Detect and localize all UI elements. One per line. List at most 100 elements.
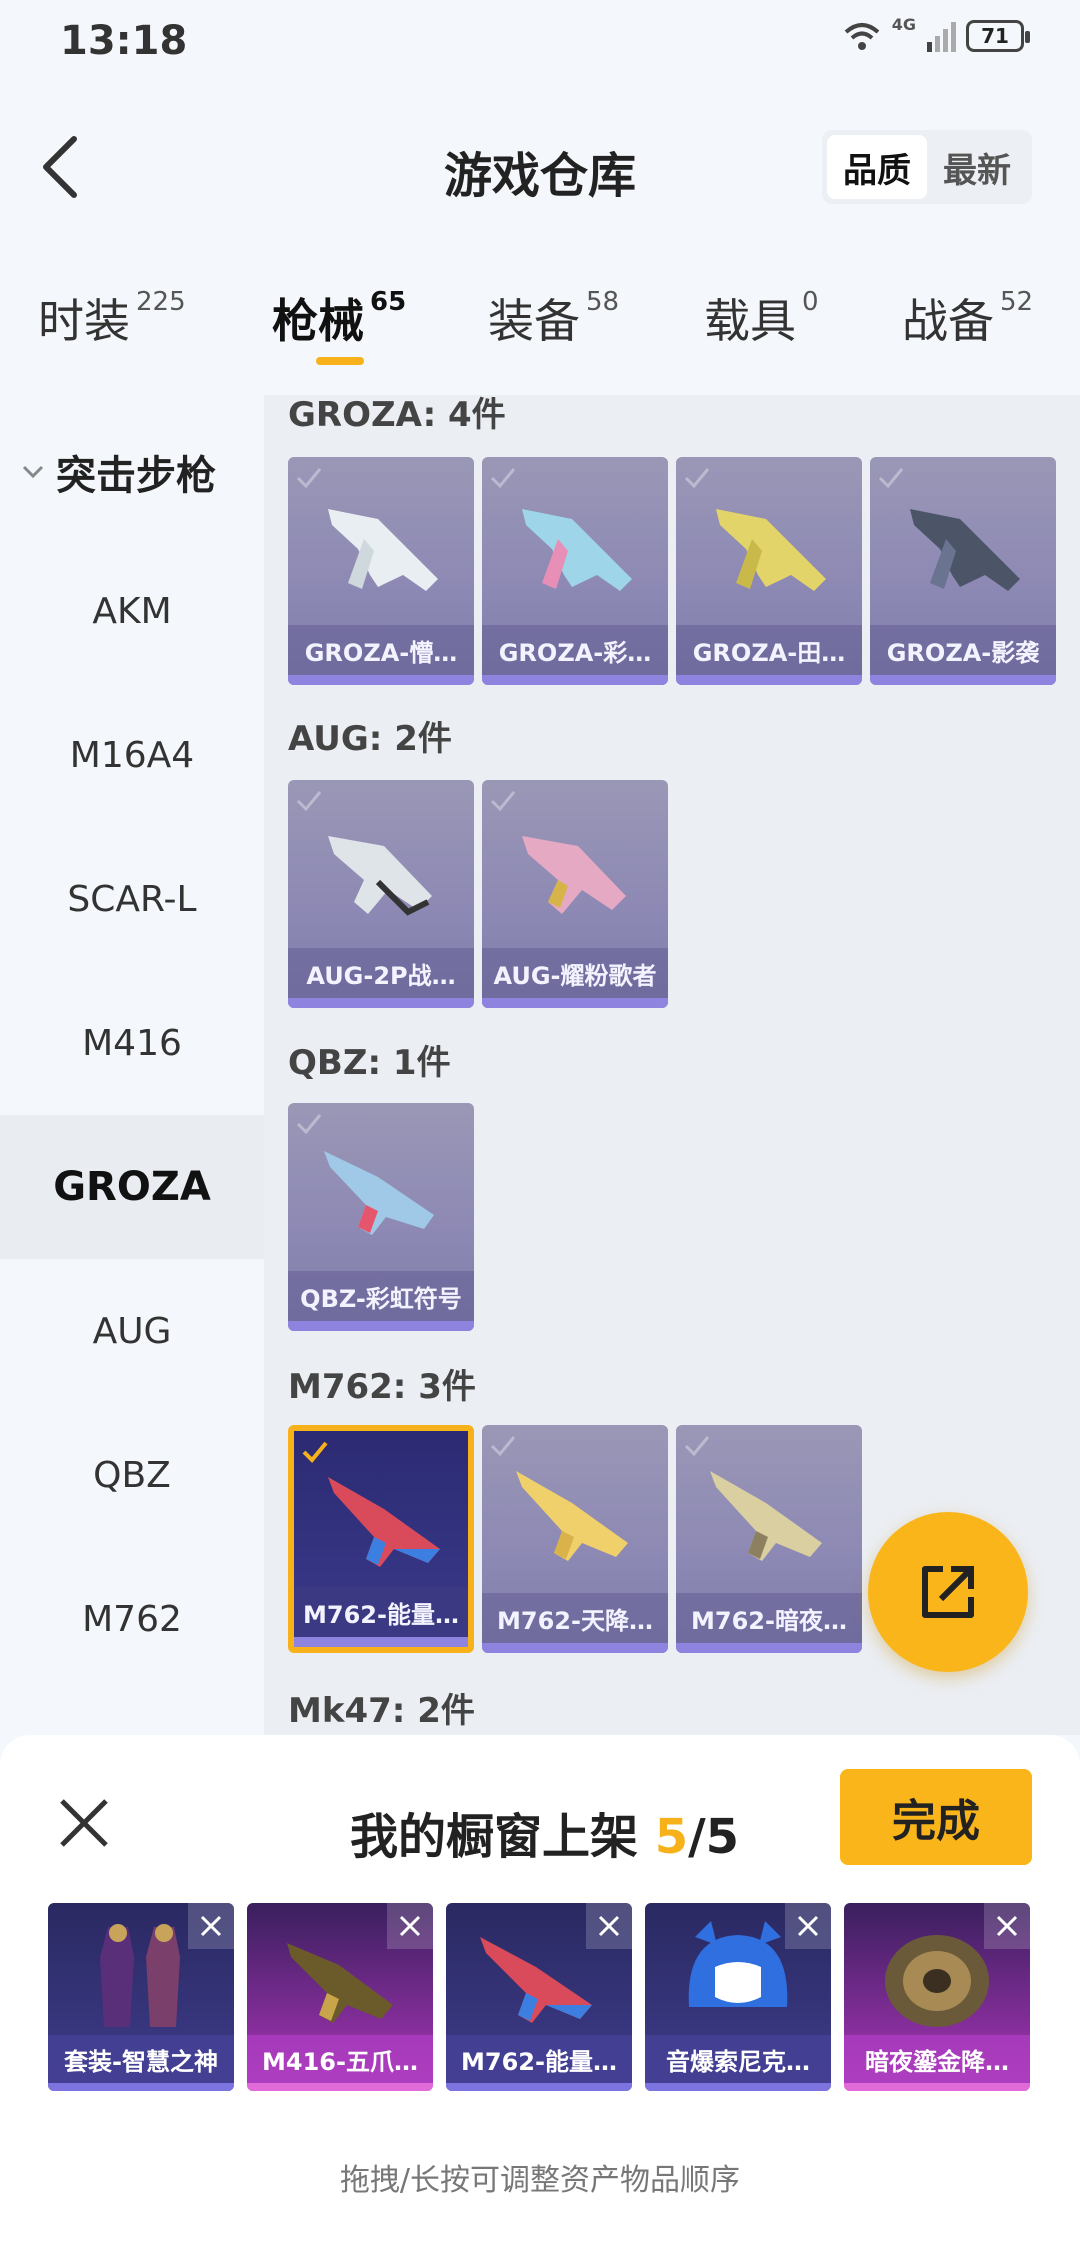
tab-count: 65 <box>370 287 407 317</box>
status-bar: 13:18 4G 71 <box>0 0 1080 80</box>
remove-item-button[interactable] <box>586 1903 632 1949</box>
item-card[interactable]: GROZA-懵… <box>288 457 474 685</box>
sidebar: 突击步枪 AKM M16A4 SCAR-L M416 GROZA AUG QBZ… <box>0 395 264 1735</box>
share-fab-button[interactable] <box>868 1512 1028 1672</box>
rifle-icon <box>910 509 1020 591</box>
header: 游戏仓库 品质 最新 <box>0 110 1080 225</box>
tab-vehicles[interactable]: 载具 0 <box>704 285 819 351</box>
check-icon <box>684 1436 710 1457</box>
rarity-bar <box>288 675 474 685</box>
active-tab-indicator <box>316 357 364 365</box>
rarity-bar <box>482 998 668 1008</box>
item-card-label: GROZA-彩… <box>482 625 668 675</box>
group-title-groza: GROZA: 4件 <box>288 395 506 435</box>
sidebar-item-qbz[interactable]: QBZ <box>0 1403 264 1547</box>
check-icon <box>490 468 516 489</box>
rifle-icon <box>710 1471 822 1561</box>
showcase-item-label: 暗夜鎏金降… <box>844 2035 1030 2083</box>
showcase-item[interactable]: M416-五爪… <box>247 1903 433 2091</box>
item-card[interactable]: GROZA-影袭 <box>870 457 1056 685</box>
showcase-item[interactable]: 音爆索尼克… <box>645 1903 831 2091</box>
sheet-title-text: 我的橱窗上架 <box>350 1809 639 1865</box>
chevron-down-icon <box>22 465 44 479</box>
tab-equipment[interactable]: 装备 58 <box>488 285 619 351</box>
item-card-label: AUG-2P战… <box>288 948 474 998</box>
sidebar-item-scar-l[interactable]: SCAR-L <box>0 827 264 971</box>
item-card[interactable]: GROZA-田… <box>676 457 862 685</box>
item-card[interactable]: AUG-2P战… <box>288 780 474 1008</box>
tab-firearms[interactable]: 枪械 65 <box>272 285 406 351</box>
rarity-bar <box>645 2083 831 2091</box>
sidebar-item-aug[interactable]: AUG <box>0 1259 264 1403</box>
rarity-bar <box>482 675 668 685</box>
rarity-bar <box>446 2083 632 2091</box>
check-icon <box>302 1441 328 1463</box>
check-icon <box>490 791 516 812</box>
rarity-bar <box>247 2083 433 2091</box>
item-card-label: GROZA-懵… <box>288 625 474 675</box>
item-card[interactable]: M762-暗夜… <box>676 1425 862 1653</box>
tab-label: 枪械 <box>272 294 364 348</box>
sort-toggle: 品质 最新 <box>822 130 1032 204</box>
showcase-count-current: 5 <box>654 1809 689 1865</box>
sidebar-group-assault-rifles[interactable]: 突击步枪 <box>18 443 216 501</box>
rarity-bar <box>288 998 474 1008</box>
remove-item-button[interactable] <box>188 1903 234 1949</box>
close-icon <box>60 1799 108 1847</box>
tab-count: 52 <box>1000 287 1034 317</box>
sidebar-item-m762[interactable]: M762 <box>0 1547 264 1691</box>
item-card-selected[interactable]: M762-能量… <box>288 1425 474 1653</box>
sidebar-group-label: 突击步枪 <box>56 453 216 499</box>
rarity-bar <box>294 1637 468 1647</box>
check-icon <box>684 468 710 489</box>
tab-fashion[interactable]: 时装 225 <box>38 285 186 351</box>
remove-item-button[interactable] <box>984 1903 1030 1949</box>
showcase-item-label: 音爆索尼克… <box>645 2035 831 2083</box>
rifle-icon <box>522 836 626 914</box>
battery-level: 71 <box>981 24 1009 48</box>
item-card-label: M762-暗夜… <box>676 1593 862 1643</box>
sheet-title: 我的橱窗上架 5/5 <box>350 1797 739 1867</box>
sort-by-quality-button[interactable]: 品质 <box>827 135 927 199</box>
item-card[interactable]: QBZ-彩虹符号 <box>288 1103 474 1331</box>
remove-item-button[interactable] <box>387 1903 433 1949</box>
rifle-icon <box>328 1477 440 1567</box>
item-card[interactable]: AUG-耀粉歌者 <box>482 780 668 1008</box>
group-title-mk47: Mk47: 2件 <box>288 1691 475 1731</box>
showcase-item[interactable]: 套装-智慧之神 <box>48 1903 234 2091</box>
tab-label: 载具 <box>704 294 796 348</box>
tab-supplies[interactable]: 战备 52 <box>902 285 1033 351</box>
close-sheet-button[interactable] <box>56 1795 112 1851</box>
item-card[interactable]: GROZA-彩… <box>482 457 668 685</box>
showcase-item[interactable]: M762-能量… <box>446 1903 632 2091</box>
rarity-bar <box>288 1321 474 1331</box>
rifle-icon <box>328 836 432 916</box>
item-card[interactable]: M762-天降… <box>482 1425 668 1653</box>
sidebar-item-akm[interactable]: AKM <box>0 539 264 683</box>
close-icon <box>598 1915 620 1937</box>
reorder-hint: 拖拽/长按可调整资产物品顺序 <box>339 2163 741 2198</box>
sidebar-item-groza[interactable]: GROZA <box>0 1115 264 1259</box>
sidebar-item-m416[interactable]: M416 <box>0 971 264 1115</box>
item-card-label: GROZA-影袭 <box>870 625 1056 675</box>
rifle-icon <box>328 509 438 591</box>
item-card-label: M762-能量… <box>294 1587 468 1637</box>
group-title-aug: AUG: 2件 <box>288 719 452 759</box>
tab-count: 225 <box>136 287 186 317</box>
showcase-item-label: M416-五爪… <box>247 2035 433 2083</box>
done-button[interactable]: 完成 <box>840 1769 1032 1865</box>
tab-count: 58 <box>586 287 620 317</box>
rarity-bar <box>48 2083 234 2091</box>
rarity-bar <box>482 1643 668 1653</box>
remove-item-button[interactable] <box>785 1903 831 1949</box>
rarity-bar <box>676 675 862 685</box>
close-icon <box>996 1915 1018 1937</box>
showcase-item[interactable]: 暗夜鎏金降… <box>844 1903 1030 2091</box>
rifle-icon <box>522 509 632 591</box>
rarity-bar <box>676 1643 862 1653</box>
check-icon <box>296 1114 322 1135</box>
sort-by-newest-button[interactable]: 最新 <box>927 135 1027 199</box>
check-icon <box>878 468 904 489</box>
sidebar-item-m16a4[interactable]: M16A4 <box>0 683 264 827</box>
tab-count: 0 <box>802 287 819 317</box>
